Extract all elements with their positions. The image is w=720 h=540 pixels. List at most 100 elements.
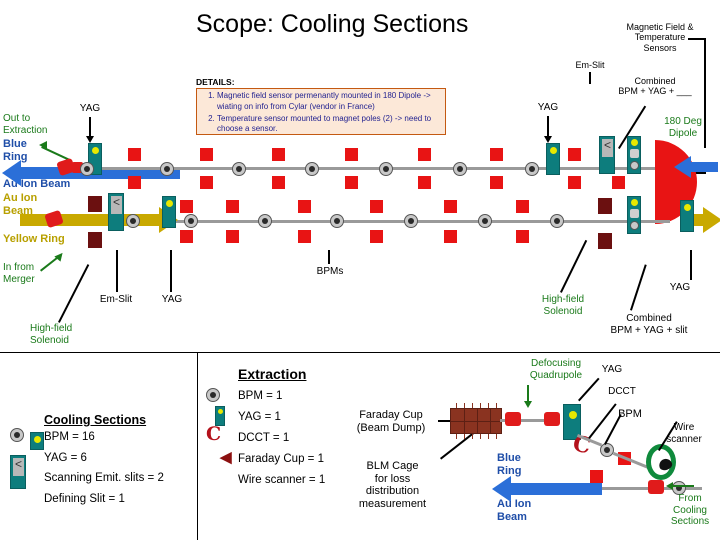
bpm-top-4[interactable] — [305, 162, 319, 176]
wire-scanner-ring — [646, 444, 676, 480]
extraction-bellows-2 — [544, 412, 560, 426]
annotation-combined-bpm-yag-slit: Combined BPM + YAG + slit — [610, 313, 688, 336]
leader-bpms — [328, 250, 330, 264]
beamline-top — [62, 167, 658, 170]
bpm-bottom-2[interactable] — [184, 214, 198, 228]
bpm-top-1[interactable] — [80, 162, 94, 176]
legend-icon-bpm-cooling — [10, 428, 24, 442]
leader-yag-bottom-right — [578, 377, 600, 402]
bpm-icon — [10, 428, 24, 442]
quadrupole-bottom-6a — [516, 200, 529, 213]
quadrupole-top-3b — [272, 176, 285, 189]
bpm-bottom-4[interactable] — [330, 214, 344, 228]
quadrupole-bottom-4b — [370, 230, 383, 243]
leader-blm-cage — [440, 432, 475, 460]
annotation-blue-ring-bottom: Blue Ring — [497, 452, 522, 477]
bpm-top-3[interactable] — [232, 162, 246, 176]
blm-block-bottom-4 — [598, 233, 612, 249]
bpm-icon — [379, 162, 393, 176]
yag-indicator-dot — [92, 147, 99, 154]
quadrupole-bottom-3a — [298, 200, 311, 213]
fcup-fin — [456, 403, 457, 408]
quadrupole-top-5a — [418, 148, 431, 161]
legend-cooling-sections-title: Cooling Sections — [44, 413, 147, 427]
quadrupole-top-3a — [272, 148, 285, 161]
leader-yag-top-left-arrowhead — [86, 136, 94, 143]
bpm-icon — [80, 162, 94, 176]
quadrupole-bottom-4a — [370, 200, 383, 213]
combined-bpm-yag-slit-bottom — [627, 196, 641, 234]
quadrupole-top-4a — [345, 148, 358, 161]
quadrupole-bottom-1b — [180, 230, 193, 243]
quadrupole-top-2b — [200, 176, 213, 189]
bpm-icon — [330, 214, 344, 228]
bpm-bottom-3[interactable] — [258, 214, 272, 228]
bpm-icon — [184, 214, 198, 228]
emittance-slit-top — [599, 136, 615, 174]
fcup-fin — [480, 403, 481, 408]
quadrupole-bottom-2b — [226, 230, 239, 243]
bpm-icon — [160, 162, 174, 176]
bpm-icon — [258, 214, 272, 228]
blm-block-bottom-2 — [88, 232, 102, 248]
faraday-cup-block — [450, 408, 502, 434]
yag-magnet-top-2 — [546, 143, 560, 175]
yag-magnet-bottom-2 — [680, 200, 694, 232]
bpm-top-2[interactable] — [160, 162, 174, 176]
bpm-top-5[interactable] — [379, 162, 393, 176]
yag-indicator-dot — [34, 436, 41, 443]
yag-indicator-dot — [550, 147, 557, 154]
page-title: Scope: Cooling Sections — [196, 10, 469, 38]
dcct-icon: C — [206, 423, 222, 445]
annotation-high-field-solenoid-left: High-field Solenoid — [30, 323, 73, 346]
legend-extraction-item-1: YAG = 1 — [238, 411, 281, 423]
leader-defocusing-quadrupole-arrowhead — [524, 401, 532, 408]
quadrupole-bottom-5b — [444, 230, 457, 243]
bpm-bottom-7[interactable] — [550, 214, 564, 228]
quadrupole-top-1b — [128, 176, 141, 189]
fcup-fin — [488, 403, 489, 408]
extraction-bpm[interactable] — [600, 443, 614, 457]
legend-cooling-item-2: Scanning Emit. slits = 2 — [44, 472, 164, 484]
annotation-high-field-solenoid-right: High-field Solenoid — [541, 294, 585, 317]
leader-yag-top-left — [89, 117, 91, 137]
bpm-icon — [600, 443, 614, 457]
leader-yag-right-upper — [547, 116, 549, 138]
legend-extraction-item-3: Faraday Cup = 1 — [238, 453, 324, 465]
bpm-bottom-5[interactable] — [404, 214, 418, 228]
fcup-fin — [496, 434, 497, 439]
bpm-top-6[interactable] — [453, 162, 467, 176]
bpm-bottom-6[interactable] — [478, 214, 492, 228]
section-divider-vertical — [197, 352, 198, 540]
slit-blade — [13, 457, 24, 476]
bpm-top-7[interactable] — [525, 162, 539, 176]
details-label: DETAILS: — [196, 77, 235, 87]
annotation-dcct-bottom-right: DCCT — [608, 386, 636, 397]
annotation-yag-bottom-right: YAG — [601, 364, 623, 375]
fcup-fin — [472, 434, 473, 439]
annotation-yag-right-upper: YAG — [537, 102, 559, 113]
bpm-bottom-1[interactable] — [126, 214, 140, 228]
quadrupole-bottom-2a — [226, 200, 239, 213]
quadrupole-top-7b — [568, 176, 581, 189]
quadrupole-top-6a — [490, 148, 503, 161]
annotation-defocusing-quadrupole: Defocusing Quadrupole — [529, 358, 583, 381]
quadrupole-top-1a — [128, 148, 141, 161]
slit-blade — [111, 195, 122, 214]
extraction-quadrupole-2 — [590, 470, 603, 483]
quadrupole-top-2a — [200, 148, 213, 161]
leader-em-slit-top — [589, 72, 591, 84]
legend-extraction-item-2: DCCT = 1 — [238, 432, 290, 444]
bpm-icon — [126, 214, 140, 228]
legend-cooling-item-1: YAG = 6 — [44, 452, 87, 464]
annotation-in-from-merger: In from Merger — [3, 262, 35, 285]
details-item-1: Magnetic field sensor permenantly mounte… — [217, 91, 441, 113]
legend-icon-bpm-extraction — [206, 388, 220, 402]
slit-indicator — [630, 209, 639, 218]
leader-sensors-horizontal — [688, 38, 706, 40]
annotation-out-to-extraction: Out to Extraction — [3, 113, 48, 136]
yag-indicator-dot — [631, 199, 638, 206]
annotation-yag-lower-left: YAG — [161, 294, 183, 305]
quadrupole-top-4b — [345, 176, 358, 189]
fcup-fin — [464, 403, 465, 408]
